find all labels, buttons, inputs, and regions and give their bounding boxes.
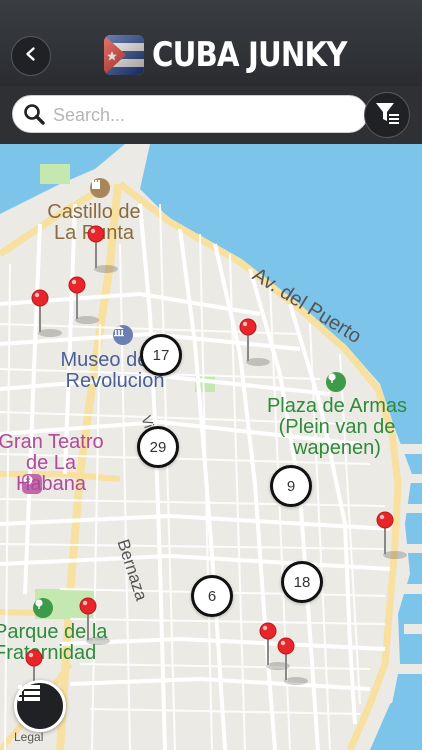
search-field: [12, 95, 368, 134]
app-title: CUBA JUNKY: [152, 35, 347, 75]
map-pin[interactable]: [78, 596, 98, 642]
app-header: CUBA JUNKY: [0, 0, 422, 86]
map-cluster[interactable]: 6: [191, 575, 233, 617]
map-view[interactable]: Castillo de La Punta Museo de la Revoluc…: [0, 144, 422, 750]
map-cluster[interactable]: 29: [137, 426, 179, 468]
filter-list-icon: [373, 99, 401, 132]
list-view-button[interactable]: [14, 680, 66, 732]
map-pin[interactable]: [67, 275, 87, 321]
park-tree-icon: [326, 372, 346, 392]
app-logo: CUBA JUNKY: [104, 34, 378, 76]
map-pin[interactable]: [276, 636, 296, 682]
cuba-flag-icon: [104, 35, 144, 75]
map-pin[interactable]: [30, 288, 50, 334]
filter-button[interactable]: [364, 92, 410, 138]
legal-link[interactable]: Legal: [14, 730, 43, 744]
map-cluster[interactable]: 9: [270, 465, 312, 507]
chevron-left-icon: [23, 46, 39, 67]
map-label-teatro: Gran Teatro de La Habana: [0, 431, 104, 495]
search-input[interactable]: [51, 96, 355, 134]
landmark-icon: [90, 178, 110, 198]
map-label-plaza: Plaza de Armas (Plein van de wapenen): [266, 395, 408, 459]
map-pin[interactable]: [86, 224, 106, 270]
search-icon: [23, 103, 45, 125]
map-pin[interactable]: [375, 510, 395, 556]
map-pin[interactable]: [258, 621, 278, 667]
park-tree-icon: [33, 598, 53, 618]
back-button[interactable]: [11, 36, 51, 76]
museum-icon: [113, 325, 133, 345]
search-bar: [0, 86, 422, 144]
map-pin[interactable]: [238, 317, 258, 363]
map-cluster[interactable]: 17: [140, 334, 182, 376]
map-cluster[interactable]: 18: [281, 561, 323, 603]
